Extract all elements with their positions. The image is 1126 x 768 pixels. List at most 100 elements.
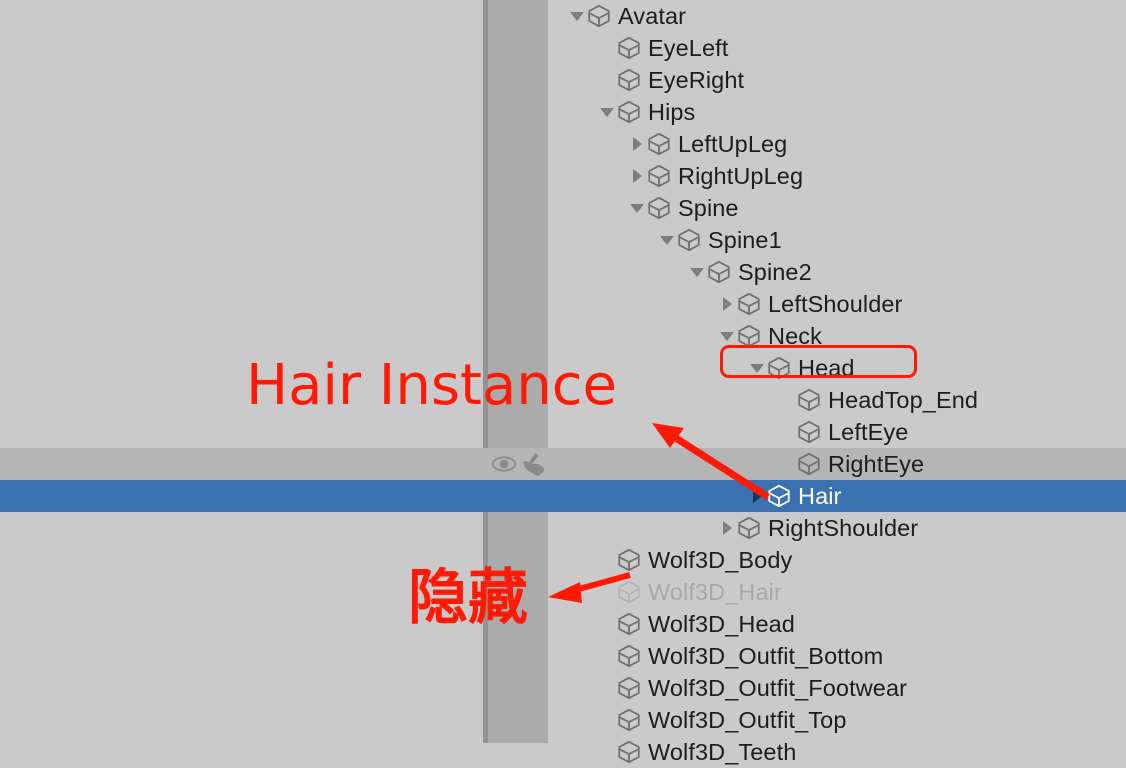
chevron-down-icon[interactable] xyxy=(568,0,586,32)
gameobject-cube-icon xyxy=(736,515,768,541)
hierarchy-row[interactable]: Wolf3D_Body xyxy=(0,544,1126,576)
chevron-down-icon[interactable] xyxy=(628,192,646,224)
cube-icon xyxy=(618,580,640,604)
chevron-right-icon[interactable] xyxy=(628,160,646,192)
pointing-hand-icon[interactable] xyxy=(520,452,546,476)
hierarchy-row-content: Head xyxy=(748,352,855,384)
chevron-right-icon[interactable] xyxy=(628,128,646,160)
cube-icon xyxy=(768,484,790,508)
gameobject-cube-icon xyxy=(796,451,828,477)
twisty-spacer xyxy=(598,576,616,608)
hierarchy-row[interactable]: HeadTop_End xyxy=(0,384,1126,416)
hierarchy-row[interactable]: Spine xyxy=(0,192,1126,224)
hierarchy-row[interactable]: RightUpLeg xyxy=(0,160,1126,192)
hierarchy-row-label: HeadTop_End xyxy=(828,387,979,413)
hierarchy-row[interactable]: Wolf3D_Teeth xyxy=(0,736,1126,768)
gameobject-cube-icon xyxy=(796,419,828,445)
cube-icon xyxy=(738,324,760,348)
hierarchy-row-label: Spine1 xyxy=(708,227,782,253)
chevron-right-icon[interactable] xyxy=(748,480,766,512)
cube-icon xyxy=(798,420,820,444)
cube-icon xyxy=(618,644,640,668)
cube-icon xyxy=(708,260,730,284)
hierarchy-row[interactable]: LeftEye xyxy=(0,416,1126,448)
cube-icon xyxy=(678,228,700,252)
hierarchy-row-label: Wolf3D_Outfit_Top xyxy=(648,707,847,733)
gameobject-cube-icon xyxy=(676,227,708,253)
hierarchy-row[interactable]: Spine1 xyxy=(0,224,1126,256)
hierarchy-row-label: Avatar xyxy=(618,3,687,29)
hierarchy-row-label: RightShoulder xyxy=(768,515,919,541)
hierarchy-row-label: EyeRight xyxy=(648,67,745,93)
hierarchy-row-content: Wolf3D_Body xyxy=(598,544,792,576)
cube-icon xyxy=(798,388,820,412)
hierarchy-row[interactable]: Neck xyxy=(0,320,1126,352)
hierarchy-row[interactable]: LeftShoulder xyxy=(0,288,1126,320)
cube-icon xyxy=(618,100,640,124)
row-visibility-controls[interactable] xyxy=(488,448,548,480)
cube-icon xyxy=(618,548,640,572)
hierarchy-row-content: RightShoulder xyxy=(718,512,918,544)
twisty-spacer xyxy=(598,544,616,576)
chevron-right-icon[interactable] xyxy=(718,288,736,320)
gameobject-cube-icon xyxy=(766,355,798,381)
gameobject-cube-icon xyxy=(736,323,768,349)
hierarchy-row[interactable]: Wolf3D_Hair xyxy=(0,576,1126,608)
hierarchy-row-content: LeftEye xyxy=(778,416,908,448)
hierarchy-row-label: Wolf3D_Hair xyxy=(648,579,782,605)
cube-icon xyxy=(618,36,640,60)
hierarchy-row[interactable]: Avatar xyxy=(0,0,1126,32)
hierarchy-row[interactable]: Hips xyxy=(0,96,1126,128)
twisty-spacer xyxy=(598,640,616,672)
hierarchy-row[interactable]: Wolf3D_Outfit_Top xyxy=(0,704,1126,736)
hierarchy-row-content: HeadTop_End xyxy=(778,384,978,416)
gameobject-cube-icon xyxy=(796,387,828,413)
hierarchy-row[interactable]: Spine2 xyxy=(0,256,1126,288)
hierarchy-row-content: Wolf3D_Hair xyxy=(598,576,782,608)
hierarchy-row[interactable]: LeftUpLeg xyxy=(0,128,1126,160)
hierarchy-row[interactable]: EyeRight xyxy=(0,64,1126,96)
twisty-spacer xyxy=(598,32,616,64)
hierarchy-row[interactable]: Head xyxy=(0,352,1126,384)
gameobject-cube-icon xyxy=(616,643,648,669)
hierarchy-row-content: LeftShoulder xyxy=(718,288,902,320)
hierarchy-row[interactable]: Wolf3D_Outfit_Bottom xyxy=(0,640,1126,672)
hierarchy-row-label: Head xyxy=(798,355,855,381)
hierarchy-row-label: Wolf3D_Head xyxy=(648,611,795,637)
gameobject-cube-icon xyxy=(616,611,648,637)
hierarchy-row[interactable]: Hair xyxy=(0,480,1126,512)
cube-icon xyxy=(588,4,610,28)
chevron-down-icon[interactable] xyxy=(658,224,676,256)
chevron-down-icon[interactable] xyxy=(748,352,766,384)
hierarchy-row-content: LeftUpLeg xyxy=(628,128,787,160)
gameobject-cube-icon xyxy=(616,547,648,573)
hierarchy-row-label: Spine xyxy=(678,195,739,221)
hierarchy-row-label: Wolf3D_Outfit_Footwear xyxy=(648,675,908,701)
hierarchy-row[interactable]: EyeLeft xyxy=(0,32,1126,64)
twisty-spacer xyxy=(598,608,616,640)
cube-icon xyxy=(618,612,640,636)
cube-icon xyxy=(648,164,670,188)
hierarchy-row-label: EyeLeft xyxy=(648,35,729,61)
twisty-spacer xyxy=(598,704,616,736)
chevron-right-icon[interactable] xyxy=(718,512,736,544)
gameobject-cube-icon xyxy=(586,3,618,29)
hierarchy-row[interactable]: Wolf3D_Head xyxy=(0,608,1126,640)
hierarchy-row-content: Wolf3D_Outfit_Bottom xyxy=(598,640,883,672)
cube-icon xyxy=(618,708,640,732)
twisty-spacer xyxy=(598,64,616,96)
twisty-spacer xyxy=(598,736,616,768)
hierarchy-row-content: Hair xyxy=(748,480,842,512)
hierarchy-row-content: EyeLeft xyxy=(598,32,728,64)
gameobject-cube-icon xyxy=(616,579,648,605)
hierarchy-row-content: Wolf3D_Head xyxy=(598,608,795,640)
chevron-down-icon[interactable] xyxy=(718,320,736,352)
hierarchy-row[interactable]: Wolf3D_Outfit_Footwear xyxy=(0,672,1126,704)
gameobject-cube-icon xyxy=(616,35,648,61)
chevron-down-icon[interactable] xyxy=(688,256,706,288)
hierarchy-row[interactable]: RightEye xyxy=(0,448,1126,480)
hierarchy-row[interactable]: RightShoulder xyxy=(0,512,1126,544)
eye-icon[interactable] xyxy=(491,452,517,476)
chevron-down-icon[interactable] xyxy=(598,96,616,128)
hierarchy-row-label: RightEye xyxy=(828,451,925,477)
